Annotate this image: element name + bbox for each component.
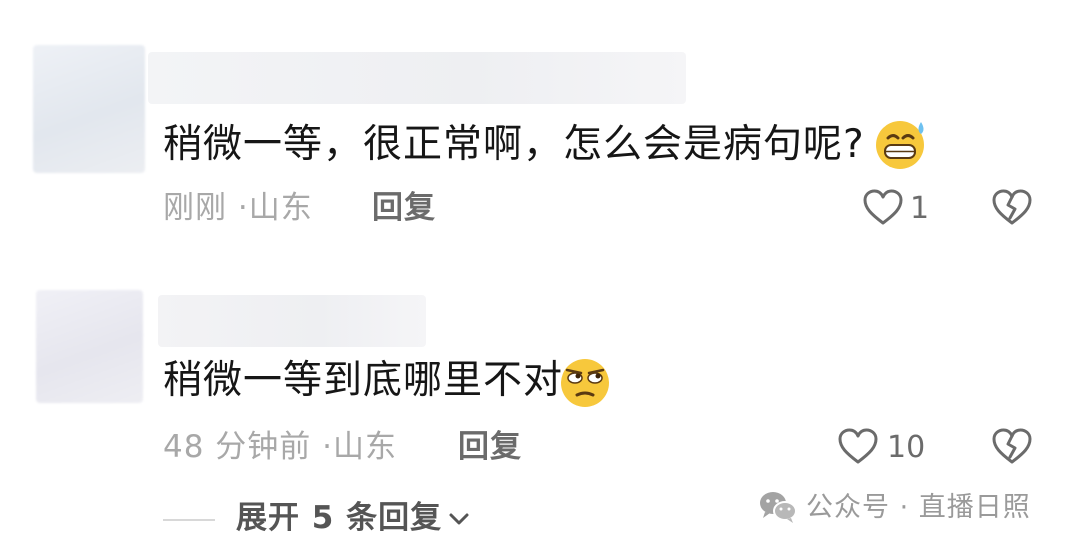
chevron-down-icon[interactable] — [447, 510, 471, 528]
avatar[interactable] — [33, 45, 145, 173]
watermark-text: 公众号 · 直播日照 — [806, 492, 1031, 523]
broken-heart-icon[interactable] — [991, 427, 1033, 465]
comment-time: 刚刚 — [163, 190, 227, 226]
comment-time: 48 分钟前 — [163, 429, 312, 465]
heart-icon[interactable] — [837, 427, 879, 465]
like-count: 10 — [887, 430, 926, 465]
broken-heart-icon[interactable] — [991, 188, 1033, 226]
meta-separator: · — [237, 190, 249, 226]
reply-button[interactable]: 回复 — [458, 432, 522, 463]
reply-button[interactable]: 回复 — [372, 193, 436, 224]
comment-text: 稍微一等到底哪里不对 — [163, 358, 564, 403]
meta-separator: · — [322, 429, 334, 465]
avatar[interactable] — [36, 290, 143, 403]
comment-location: 山东 — [248, 190, 313, 226]
like-count: 1 — [910, 191, 930, 226]
divider — [163, 519, 215, 521]
heart-icon[interactable] — [862, 188, 904, 226]
comment-meta: 刚刚 ·山东 — [163, 193, 313, 224]
username-blurred[interactable] — [148, 52, 686, 104]
comment-meta: 48 分钟前 ·山东 — [163, 432, 397, 463]
expand-replies-label[interactable]: 展开 5 条回复 — [236, 503, 442, 534]
comment-text: 稍微一等，很正常啊，怎么会是病句呢? — [163, 122, 865, 167]
wechat-icon — [760, 492, 797, 523]
username-blurred[interactable] — [158, 295, 426, 347]
unamused-emoji — [561, 359, 609, 407]
comment-list: 稍微一等，很正常啊，怎么会是病句呢? 刚刚 ·山东 回复 1 稍微一等到底哪里不… — [0, 0, 1080, 549]
grinning-sweat-emoji — [876, 121, 924, 169]
comment-location: 山东 — [333, 429, 398, 465]
